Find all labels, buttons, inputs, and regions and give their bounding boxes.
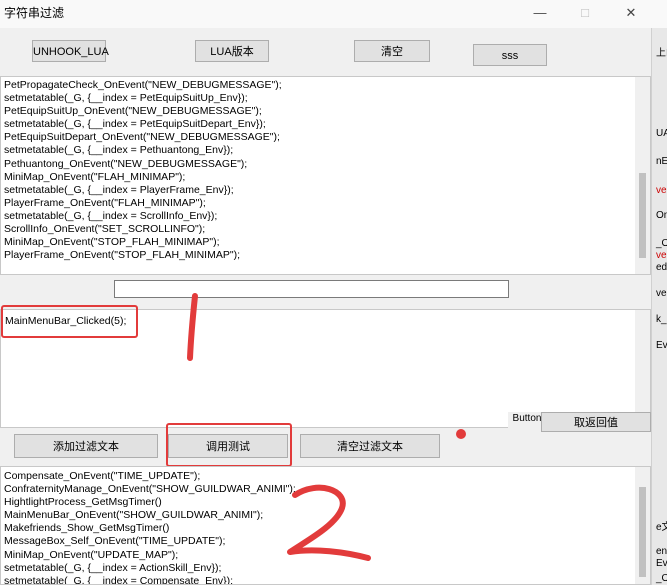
background-text-fragment: _O xyxy=(656,238,667,249)
background-text-fragment: 上I xyxy=(656,48,667,59)
annotation-layer xyxy=(187,293,371,561)
background-text-fragment: On xyxy=(656,210,667,221)
background-text-fragment: nE xyxy=(656,156,667,167)
background-text-fragment: Ev xyxy=(656,340,667,351)
background-text-fragment: en xyxy=(656,546,667,557)
background-text-fragment: e文 xyxy=(656,522,667,533)
background-text-fragment: k_C xyxy=(656,314,667,325)
background-text-fragment: _O xyxy=(656,573,667,584)
background-text-fragment: ed xyxy=(656,262,667,273)
background-text-fragment: UA xyxy=(656,128,667,139)
background-window-strip: 上IUAnEvenOn_Ovenedvek_CEve文enEv_O xyxy=(651,28,667,585)
annotation-number-one xyxy=(187,293,198,361)
background-text-fragment: Ev xyxy=(656,558,667,569)
background-text-fragment: ven xyxy=(656,250,667,261)
background-text-fragment: ve xyxy=(656,288,667,299)
background-text-fragment: ven xyxy=(656,185,667,196)
annotation-number-two xyxy=(287,484,371,561)
